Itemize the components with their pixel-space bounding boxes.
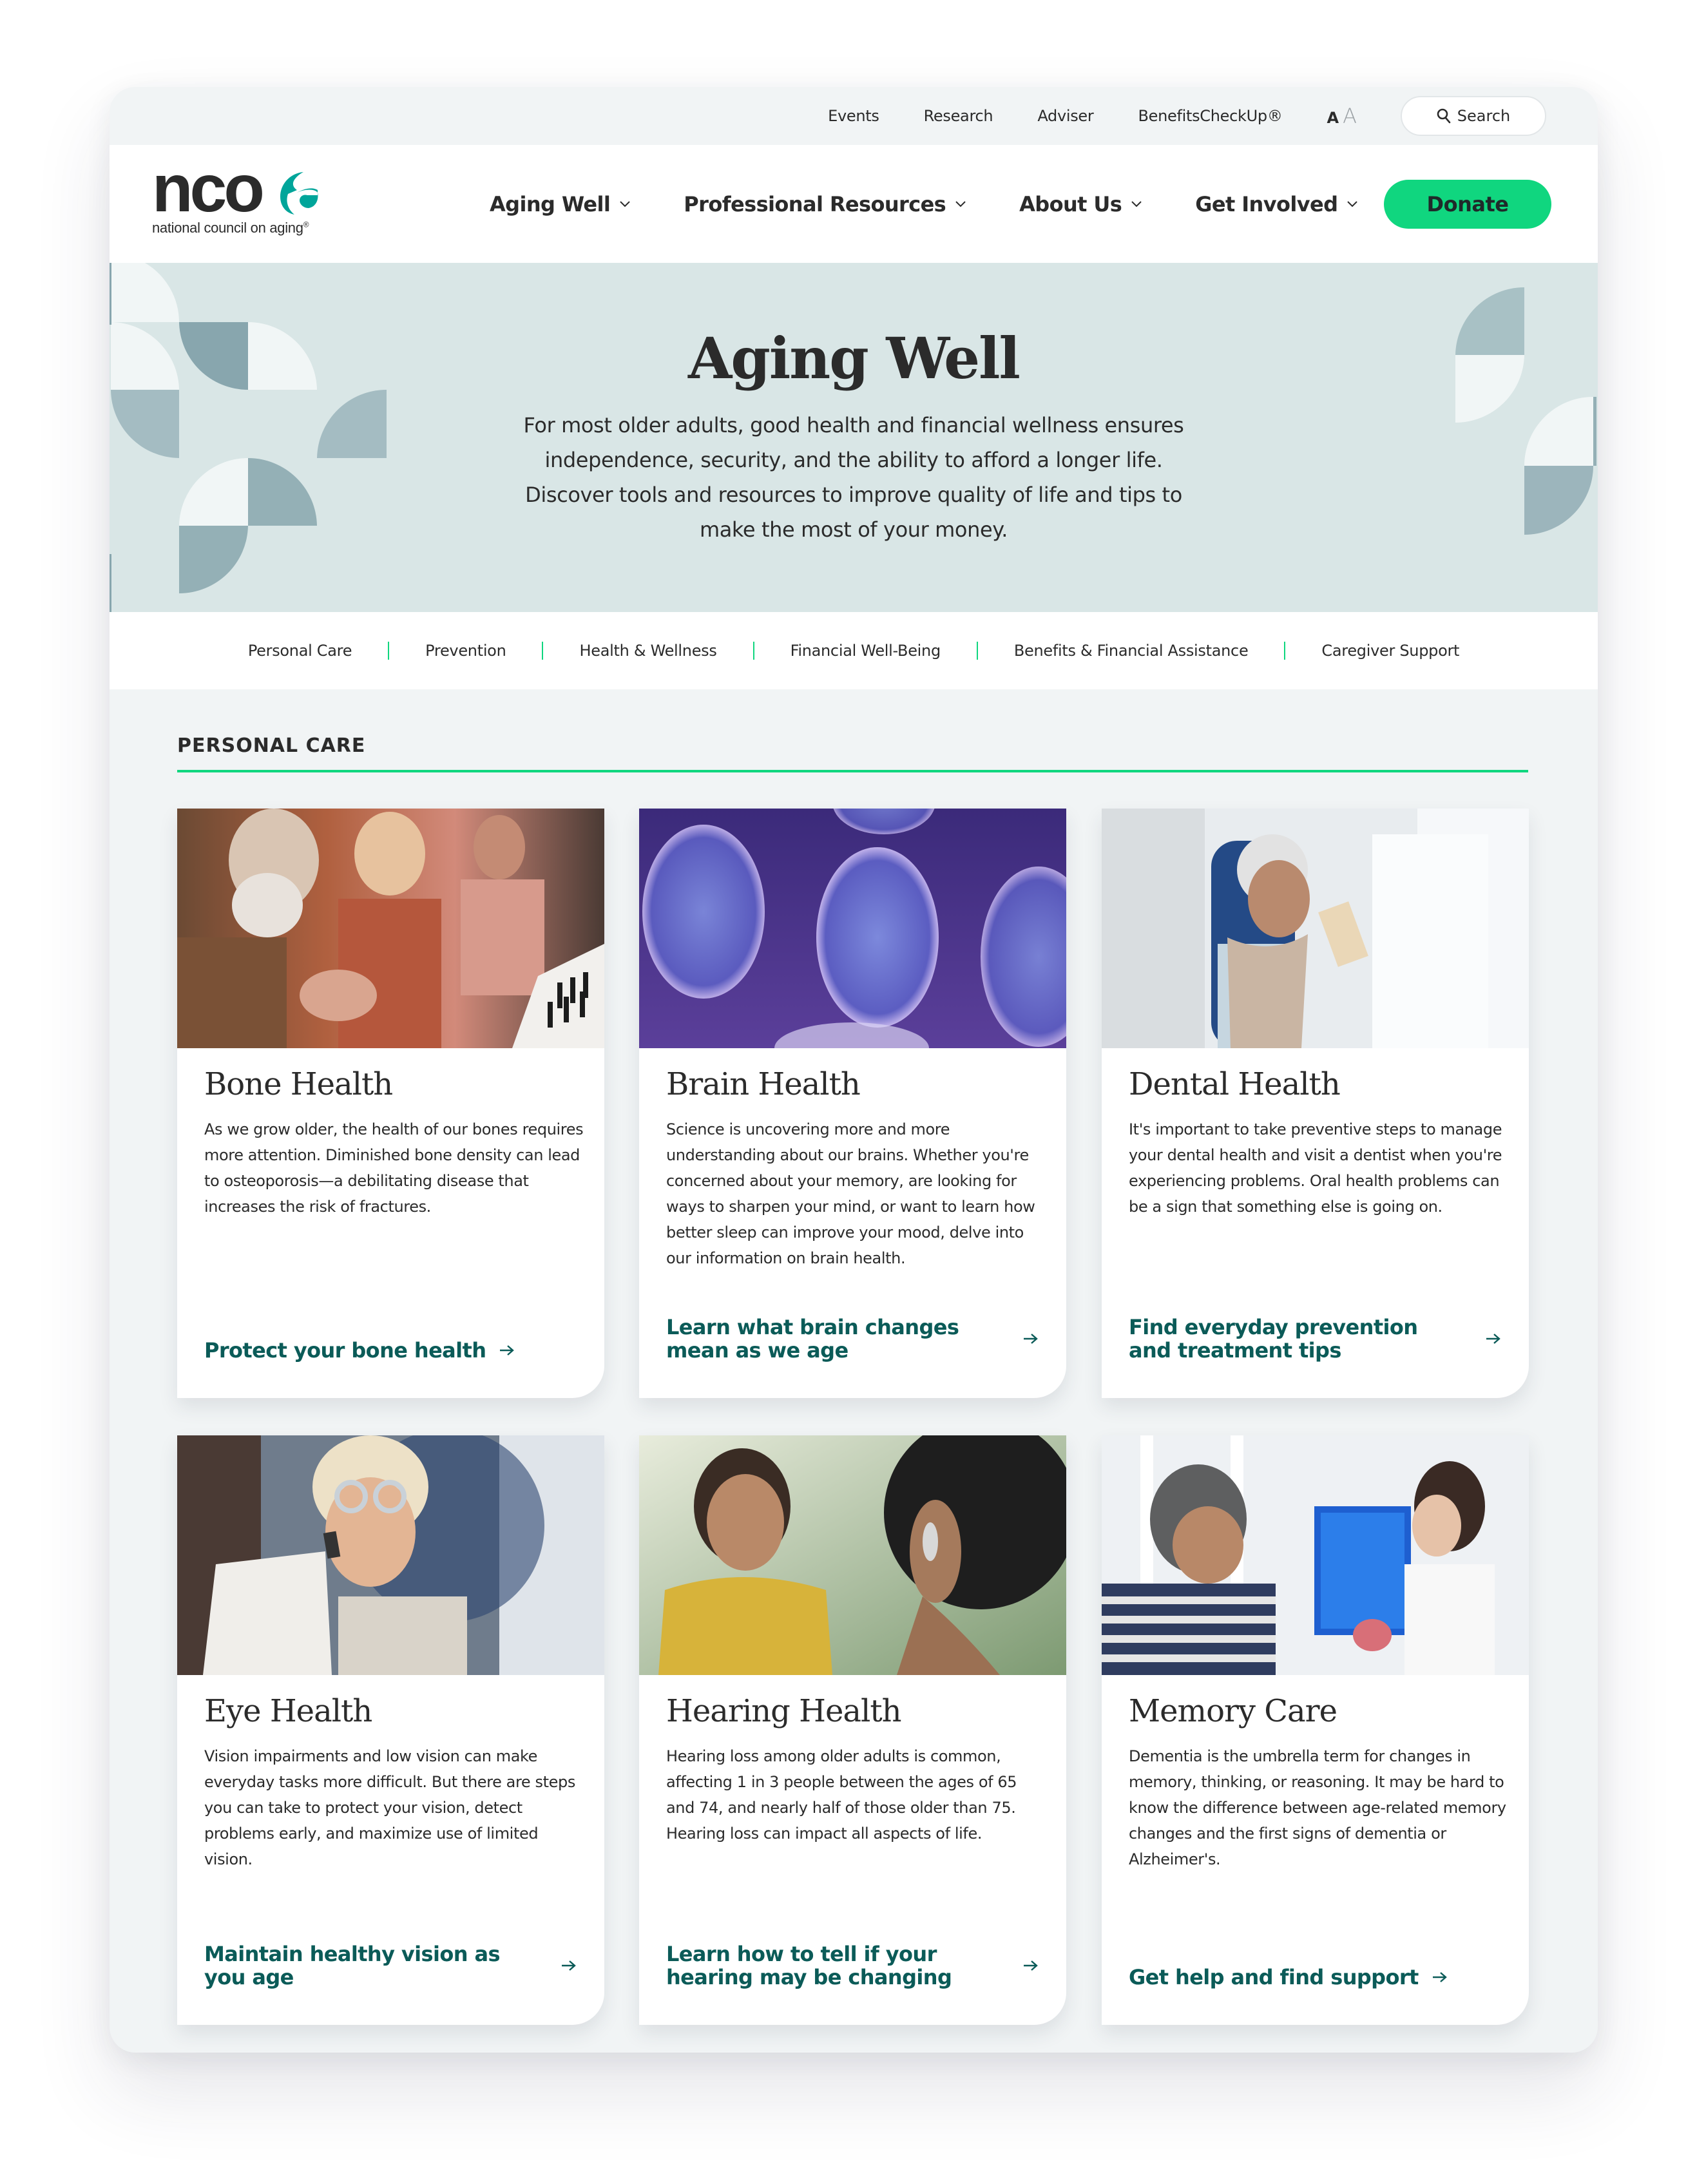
nav-get-involved[interactable]: Get Involved — [1195, 192, 1358, 216]
subnav-divider — [976, 642, 978, 660]
arrow-right-icon — [562, 1960, 576, 1971]
arrow-right-icon — [1024, 1960, 1038, 1971]
nav-aging-well[interactable]: Aging Well — [490, 192, 631, 216]
card-dental-health[interactable]: Dental Health It's important to take pre… — [1102, 809, 1529, 1398]
card-title[interactable]: Memory Care — [1129, 1693, 1337, 1729]
card-cta-label[interactable]: Get help and find support — [1129, 1966, 1419, 1989]
text-size-large[interactable]: A — [1343, 104, 1357, 128]
chevron-down-icon — [1131, 200, 1142, 207]
card-hearing-health[interactable]: Hearing Health Hearing loss among older … — [639, 1435, 1066, 2025]
nav-about-us-label: About Us — [1019, 191, 1122, 216]
card-memory-care[interactable]: Memory Care Dementia is the umbrella ter… — [1102, 1435, 1529, 2025]
card-description: As we grow older, the health of our bone… — [204, 1120, 584, 1216]
card-image[interactable] — [1102, 809, 1529, 1048]
donate-button[interactable]: Donate — [1384, 180, 1551, 229]
subnav-divider — [752, 642, 754, 660]
card-title[interactable]: Dental Health — [1129, 1066, 1341, 1102]
category-subnav: Personal Care Prevention Health & Wellne… — [110, 612, 1598, 689]
logo-tagline-text: national council on aging — [152, 220, 303, 236]
registered-mark: ® — [303, 220, 309, 229]
section-divider — [177, 770, 1528, 772]
card-cta-link[interactable]: Find everyday prevention and treatment t… — [1129, 1316, 1502, 1362]
card-cta-link[interactable]: Learn how to tell if your hearing may be… — [666, 1942, 1039, 1989]
utility-bar: Events Research Adviser BenefitsCheckUp®… — [110, 87, 1598, 145]
card-cta-label[interactable]: Learn how to tell if your hearing may be… — [666, 1942, 1001, 1989]
subnav-personal-care[interactable]: Personal Care — [248, 642, 352, 660]
subnav-health-wellness[interactable]: Health & Wellness — [579, 642, 716, 660]
utility-link-events[interactable]: Events — [828, 107, 879, 125]
main-navigation: nco national council on aging® Aging Wel… — [110, 145, 1598, 263]
hero-description: For most older adults, good health and f… — [523, 413, 1184, 542]
card-image[interactable] — [177, 1435, 604, 1675]
arrow-right-icon — [1024, 1334, 1038, 1344]
nav-professional-resources[interactable]: Professional Resources — [684, 192, 966, 216]
text-size-toggle[interactable]: A A — [1327, 104, 1357, 128]
card-cta-link[interactable]: Learn what brain changes mean as we age — [666, 1316, 1039, 1362]
chevron-down-icon — [955, 200, 966, 207]
nav-professional-resources-label: Professional Resources — [684, 191, 946, 216]
subnav-divider — [542, 642, 544, 660]
card-description: Vision impairments and low vision can ma… — [204, 1747, 575, 1868]
search-icon — [1437, 108, 1451, 124]
card-cta-link[interactable]: Maintain healthy vision as you age — [204, 1942, 577, 1989]
chevron-down-icon — [1347, 200, 1358, 207]
nav-get-involved-label: Get Involved — [1195, 191, 1338, 216]
subnav-benefits-financial-assistance[interactable]: Benefits & Financial Assistance — [1014, 642, 1249, 660]
card-image[interactable] — [1102, 1435, 1529, 1675]
card-title[interactable]: Bone Health — [204, 1066, 393, 1102]
utility-link-adviser[interactable]: Adviser — [1037, 107, 1093, 125]
card-description: Hearing loss among older adults is commo… — [666, 1747, 1017, 1843]
card-description: Dementia is the umbrella term for change… — [1129, 1747, 1506, 1868]
card-image[interactable] — [639, 1435, 1066, 1675]
browser-page: Events Research Adviser BenefitsCheckUp®… — [110, 87, 1598, 2053]
card-image[interactable] — [177, 809, 604, 1048]
subnav-financial-well-being[interactable]: Financial Well-Being — [791, 642, 941, 660]
logo-wordmark: nco — [152, 151, 265, 226]
card-brain-health[interactable]: Brain Health Science is uncovering more … — [639, 809, 1066, 1398]
card-title[interactable]: Brain Health — [666, 1066, 861, 1102]
card-cta-link[interactable]: Protect your bone health — [204, 1339, 577, 1362]
primary-menu: Aging Well Professional Resources About … — [490, 145, 1411, 263]
chevron-down-icon — [620, 200, 630, 207]
card-title[interactable]: Eye Health — [204, 1693, 372, 1729]
hero-banner: Aging Well For most older adults, good h… — [110, 263, 1598, 612]
ncoa-logo[interactable]: nco national council on aging® — [152, 155, 345, 240]
card-bone-health[interactable]: Bone Health As we grow older, the health… — [177, 809, 604, 1398]
card-cta-label[interactable]: Find everyday prevention and treatment t… — [1129, 1316, 1464, 1362]
logo-tagline: national council on aging® — [152, 220, 309, 236]
search-button[interactable]: Search — [1401, 96, 1546, 136]
card-cta-link[interactable]: Get help and find support — [1129, 1966, 1502, 1989]
card-cta-label[interactable]: Protect your bone health — [204, 1339, 486, 1362]
arrow-right-icon — [1432, 1972, 1447, 1982]
arrow-right-icon — [1486, 1334, 1500, 1344]
card-description: It's important to take preventive steps … — [1129, 1120, 1502, 1216]
nav-aging-well-label: Aging Well — [490, 191, 611, 216]
card-image[interactable] — [639, 809, 1066, 1048]
text-size-small[interactable]: A — [1327, 109, 1339, 127]
utility-link-benefitscheckup[interactable]: BenefitsCheckUp® — [1138, 107, 1282, 125]
subnav-prevention[interactable]: Prevention — [425, 642, 506, 660]
card-description: Science is uncovering more and more unde… — [666, 1120, 1035, 1267]
section-heading: PERSONAL CARE — [177, 734, 366, 757]
subnav-divider — [388, 642, 390, 660]
utility-link-research[interactable]: Research — [924, 107, 993, 125]
utility-links: Events Research Adviser BenefitsCheckUp®… — [828, 95, 1546, 137]
page-title: Aging Well — [688, 325, 1021, 392]
card-eye-health[interactable]: Eye Health Vision impairments and low vi… — [177, 1435, 604, 2025]
subnav-divider — [1284, 642, 1286, 660]
card-cta-label[interactable]: Maintain healthy vision as you age — [204, 1942, 539, 1989]
card-cta-label[interactable]: Learn what brain changes mean as we age — [666, 1316, 1001, 1362]
nav-about-us[interactable]: About Us — [1019, 192, 1142, 216]
subnav-caregiver-support[interactable]: Caregiver Support — [1321, 642, 1459, 660]
logo-a-mark-icon — [280, 172, 318, 215]
arrow-right-icon — [500, 1345, 515, 1355]
card-title[interactable]: Hearing Health — [666, 1693, 902, 1729]
search-label: Search — [1457, 107, 1511, 125]
